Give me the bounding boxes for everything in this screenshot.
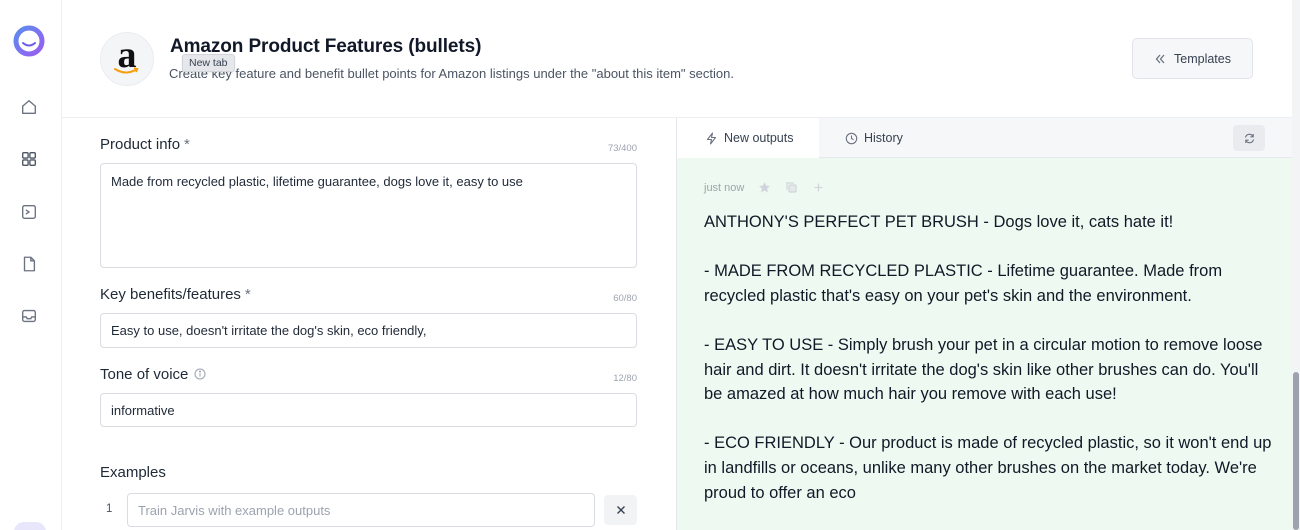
- terminal-icon[interactable]: [19, 202, 39, 222]
- sidebar-rail: [0, 0, 62, 530]
- key-benefits-count: 60/80: [613, 293, 637, 304]
- star-icon[interactable]: [758, 181, 771, 194]
- clock-icon: [845, 132, 858, 144]
- key-benefits-label: Key benefits/features *: [100, 286, 251, 303]
- jarvis-logo-icon[interactable]: [12, 24, 46, 58]
- example-input[interactable]: Train Jarvis with example outputs: [127, 493, 595, 527]
- amazon-logo-icon: a: [100, 32, 154, 86]
- grid-icon[interactable]: [19, 149, 39, 169]
- product-info-textarea[interactable]: Made from recycled plastic, lifetime gua…: [100, 163, 637, 268]
- tab-history[interactable]: History: [845, 118, 903, 158]
- output-timestamp: just now: [704, 181, 745, 194]
- product-info-count: 73/400: [607, 143, 637, 154]
- tone-input[interactable]: informative: [100, 393, 637, 427]
- info-icon[interactable]: [194, 368, 206, 380]
- document-icon[interactable]: [19, 254, 39, 274]
- bolt-icon: [706, 131, 717, 145]
- generated-output: ANTHONY'S PERFECT PET BRUSH - Dogs love …: [704, 210, 1274, 530]
- templates-button[interactable]: Templates: [1132, 38, 1253, 79]
- plus-icon[interactable]: [812, 181, 825, 194]
- tab-new-outputs[interactable]: New outputs: [677, 118, 819, 158]
- output-paragraph: - EASY TO USE - Simply brush your pet in…: [704, 335, 1263, 404]
- page-subtitle: Create key feature and benefit bullet po…: [169, 66, 734, 81]
- scrollbar-thumb[interactable]: [1293, 372, 1299, 530]
- product-info-label: Product info *: [100, 136, 190, 153]
- inbox-icon[interactable]: [19, 306, 39, 326]
- avatar[interactable]: [14, 522, 46, 530]
- refresh-icon: [1244, 133, 1254, 143]
- remove-example-button[interactable]: [604, 495, 637, 525]
- page-header: a Amazon Product Features (bullets) Crea…: [62, 0, 1292, 118]
- tone-label: Tone of voice: [100, 366, 206, 383]
- example-number: 1: [106, 503, 113, 515]
- output-meta: just now: [704, 181, 825, 194]
- tone-count: 12/80: [613, 373, 637, 384]
- output-paragraph: - ECO FRIENDLY - Our product is made of …: [704, 434, 1272, 502]
- output-panel: New outputs History just now ANTHONY'S P…: [676, 118, 1293, 530]
- home-icon[interactable]: [19, 97, 39, 117]
- refresh-button[interactable]: [1233, 125, 1265, 151]
- examples-label: Examples: [100, 464, 166, 481]
- key-benefits-input[interactable]: Easy to use, doesn't irritate the dog's …: [100, 313, 637, 348]
- output-tabs: New outputs History: [677, 118, 1293, 158]
- copy-icon[interactable]: [785, 181, 798, 194]
- new-tab-tooltip: New tab: [182, 54, 235, 72]
- close-icon: [616, 506, 625, 514]
- output-paragraph: - MADE FROM RECYCLED PLASTIC - Lifetime …: [704, 262, 1223, 305]
- chevrons-left-icon: [1155, 54, 1165, 63]
- templates-button-label: Templates: [1174, 51, 1231, 66]
- input-form: Product info * 73/400 Made from recycled …: [62, 118, 676, 530]
- output-paragraph: ANTHONY'S PERFECT PET BRUSH - Dogs love …: [704, 213, 1174, 231]
